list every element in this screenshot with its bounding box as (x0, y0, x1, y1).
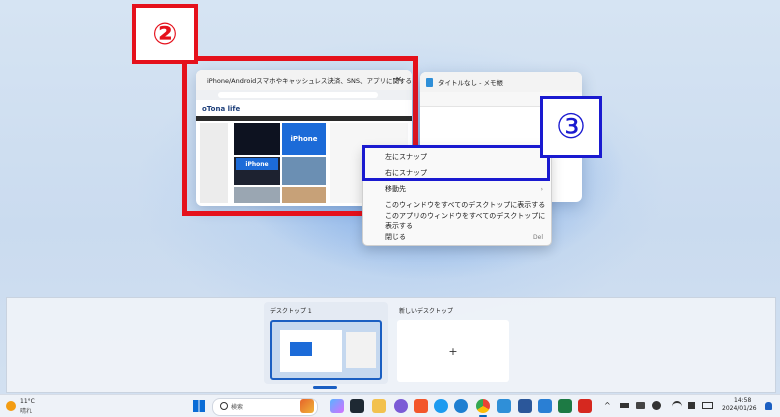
network-icon[interactable] (672, 401, 682, 412)
notification-bell-icon[interactable] (765, 402, 772, 410)
tray-icon-a[interactable] (620, 403, 629, 408)
weather-widget[interactable]: 11°C 晴れ (4, 397, 48, 415)
preview-window-2 (346, 332, 376, 368)
notepad-icon (426, 77, 433, 87)
new-desktop-button[interactable]: + (397, 320, 509, 382)
window-title: タイトルなし - メモ帳 (438, 79, 503, 87)
annotation-frame-blue (362, 145, 550, 181)
preview-banner (290, 342, 312, 356)
virtual-desktops-bar: デスクトップ 1 新しいデスクトップ + (6, 297, 776, 393)
folder-icon[interactable] (372, 399, 386, 413)
chevron-right-icon: › (540, 185, 543, 193)
tray-overflow-chevron[interactable]: ^ (604, 401, 611, 410)
volume-icon[interactable] (688, 402, 695, 409)
active-desktop-indicator (313, 386, 337, 389)
sun-icon (6, 401, 16, 411)
windows-logo-icon (193, 400, 205, 412)
notepad-icon[interactable] (497, 399, 511, 413)
annotation-label-3: ③ (540, 96, 602, 158)
desktop-1-preview (270, 320, 382, 380)
search-icon (220, 402, 228, 410)
shortcut-del: Del (533, 233, 543, 241)
store-icon[interactable] (518, 399, 532, 413)
taskbar: 11°C 晴れ 検索 ^ 14:58 2024/01/26 (0, 394, 780, 417)
new-desktop-card[interactable]: 新しいデスクトップ + (397, 302, 511, 384)
desktop-1-card[interactable]: デスクトップ 1 (264, 302, 388, 384)
skype-icon[interactable] (434, 399, 448, 413)
desktop-1-label: デスクトップ 1 (270, 308, 312, 315)
task-view-icon[interactable] (330, 399, 344, 413)
edge-icon[interactable] (454, 399, 468, 413)
window-title-bar: タイトルなし - メモ帳 (420, 72, 582, 92)
menu-item-move-to[interactable]: 移動先 › (363, 181, 551, 197)
menu-item-close[interactable]: 閉じる Del (363, 229, 551, 245)
excel-icon[interactable] (558, 399, 572, 413)
weather-desc: 晴れ (20, 408, 33, 415)
phone-link-icon[interactable] (538, 399, 552, 413)
start-button[interactable] (193, 400, 205, 412)
weather-temp: 11°C (20, 398, 35, 405)
battery-icon[interactable] (702, 402, 713, 409)
brave-icon[interactable] (414, 399, 428, 413)
acrobat-icon[interactable] (578, 399, 592, 413)
tray-icon-b[interactable] (636, 402, 645, 409)
chrome-icon[interactable] (476, 399, 490, 413)
chat-icon[interactable] (394, 399, 408, 413)
plus-icon: + (448, 344, 458, 358)
file-explorer-icon[interactable] (350, 399, 364, 413)
tray-icon-c[interactable] (652, 401, 661, 410)
copilot-icon[interactable] (300, 399, 314, 413)
clock-date[interactable]: 2024/01/26 (722, 405, 757, 412)
search-placeholder: 検索 (231, 404, 244, 411)
annotation-label-2: ② (132, 4, 198, 64)
menu-item-show-app-all-desktops[interactable]: このアプリのウィンドウをすべてのデスクトップに表示する (363, 212, 551, 230)
new-desktop-label: 新しいデスクトップ (399, 308, 454, 315)
clock-time[interactable]: 14:58 (734, 397, 751, 404)
